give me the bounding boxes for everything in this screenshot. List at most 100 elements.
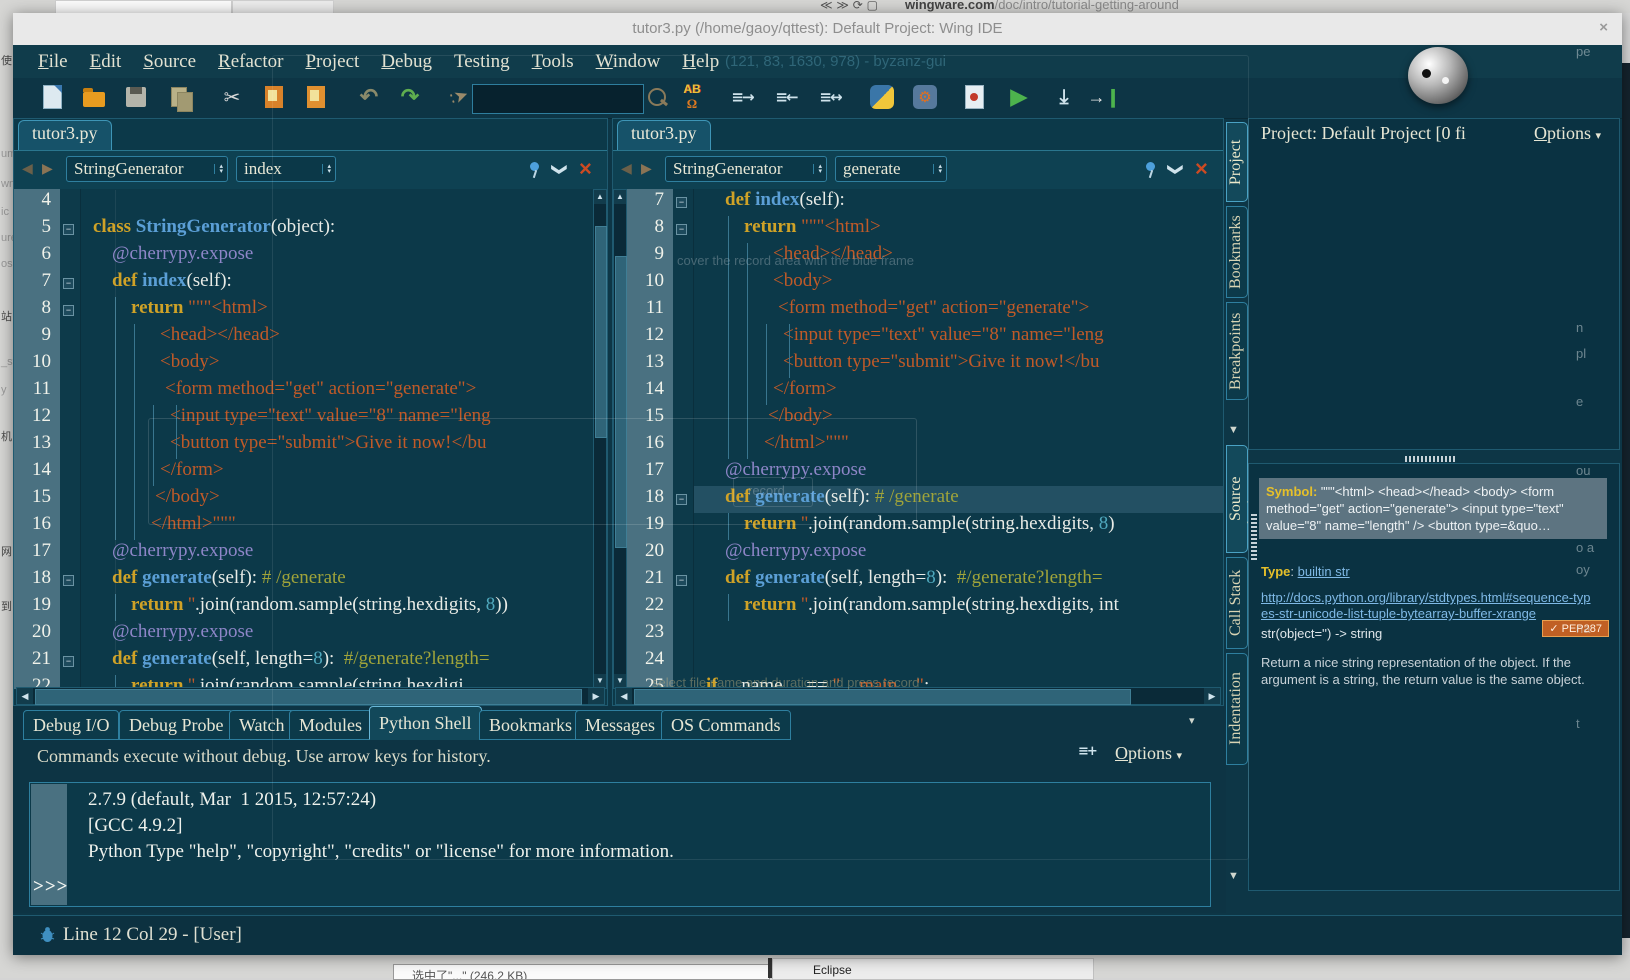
builtin-str-link[interactable]: builtin str <box>1298 564 1350 579</box>
cut-icon[interactable]: ✂ <box>218 83 246 111</box>
background-browser-buttons: ≪ ≫ ⟳ ▢ <box>820 0 878 12</box>
background-text-fragment: 网 <box>1 543 12 559</box>
background-text-fragment: 使 <box>1 52 12 68</box>
assistant-doc-link[interactable]: http://docs.python.org/library/stdtypes.… <box>1261 590 1591 622</box>
fold-gutter: − <box>60 648 81 675</box>
line-number: 14 <box>14 459 60 486</box>
wing-logo-icon <box>1408 47 1468 104</box>
assistant-signature: str(object='') -> string <box>1261 626 1382 641</box>
background-text-fragment: ure <box>1 232 13 244</box>
copy-icon[interactable] <box>165 83 193 111</box>
indent-guide <box>134 405 135 432</box>
new-file-icon[interactable] <box>38 83 66 111</box>
fold-gutter <box>60 405 81 432</box>
indent-guide <box>134 378 135 405</box>
panel-collapse-icon[interactable]: ▼ <box>1228 870 1239 882</box>
save-icon[interactable] <box>122 83 150 111</box>
fold-minus-icon[interactable]: − <box>63 278 74 289</box>
background-text-fragment: pl <box>1576 346 1586 361</box>
project-panel-header: Project: Default Project [0 fi Options ▾ <box>1249 119 1619 149</box>
menu-source[interactable]: Source <box>132 49 207 75</box>
line-number: 8 <box>14 297 60 324</box>
debug-bug-icon[interactable] <box>39 926 56 943</box>
fold-gutter <box>60 324 81 351</box>
bottom-tab-debug-probe[interactable]: Debug Probe <box>119 710 233 740</box>
recorder-ghost-text: record <box>748 483 785 498</box>
fold-minus-icon[interactable]: − <box>63 305 74 316</box>
window-close-icon[interactable]: × <box>1599 19 1608 36</box>
class-combo[interactable]: StringGenerator▴▾ <box>66 156 228 182</box>
background-text-fragment: 到 <box>1 598 12 614</box>
indent-guide <box>134 324 135 351</box>
bottom-tab-debug-i-o[interactable]: Debug I/O <box>23 710 119 740</box>
line-number: 10 <box>14 351 60 378</box>
fold-minus-icon[interactable]: − <box>63 575 74 586</box>
menu-file[interactable]: File <box>27 49 79 75</box>
menu-edit[interactable]: Edit <box>79 49 133 75</box>
background-text-fragment: e <box>1576 394 1583 409</box>
source-assistant-panel: Symbol: """<html> <head></head> <body> <… <box>1248 463 1620 891</box>
nav-forward-icon[interactable]: ▶ <box>42 161 53 178</box>
fold-gutter <box>60 189 81 216</box>
indent-guide <box>134 432 135 459</box>
fold-minus-icon[interactable]: − <box>63 224 74 235</box>
fold-minus-icon[interactable]: − <box>63 656 74 667</box>
window-title: tutor3.py (/home/gaoy/qttest): Default P… <box>13 20 1622 37</box>
background-text-fragment: n <box>1576 320 1583 335</box>
background-browser-url: wingware.com/doc/intro/tutorial-getting-… <box>905 0 1179 12</box>
panel-splitter-handle[interactable] <box>1405 456 1457 462</box>
background-text-fragment: t <box>1576 716 1580 731</box>
background-right-strip <box>1622 13 1630 955</box>
line-number: 7 <box>14 270 60 297</box>
line-number: 20 <box>14 621 60 648</box>
background-text-fragment: y <box>1 384 7 396</box>
background-text-fragment: wnl <box>1 178 13 190</box>
recorder-ghost-line <box>115 190 116 660</box>
indent-guide <box>134 486 135 513</box>
fold-gutter <box>60 432 81 459</box>
line-number: 19 <box>14 594 60 621</box>
fold-gutter <box>60 459 81 486</box>
line-number: 4 <box>14 189 60 216</box>
fold-gutter <box>60 540 81 567</box>
line-number: 21 <box>14 648 60 675</box>
background-text-fragment: na <box>1576 621 1590 636</box>
editor-tab[interactable]: tutor3.py <box>18 120 112 153</box>
fold-gutter: − <box>60 216 81 243</box>
fold-gutter: − <box>60 297 81 324</box>
project-title: Project: Default Project [0 fi <box>1261 123 1526 144</box>
background-browser-strip: ≪ ≫ ⟳ ▢ wingware.com/doc/intro/tutorial-… <box>0 0 1630 13</box>
line-number: 18 <box>14 567 60 594</box>
assistant-symbol-block: Symbol: """<html> <head></head> <body> <… <box>1259 478 1607 539</box>
recorder-ghost-text: cover the record area with the blue fram… <box>677 253 914 268</box>
shell-output-line: [GCC 4.9.2] <box>88 815 182 837</box>
recorder-ghost-frame <box>148 418 917 525</box>
open-folder-icon[interactable] <box>80 83 108 111</box>
background-text-fragment: ic <box>1 206 9 218</box>
scroll-left-icon[interactable]: ◀ <box>17 688 33 704</box>
window-titlebar[interactable]: tutor3.py (/home/gaoy/qttest): Default P… <box>13 13 1622 46</box>
fold-gutter: − <box>60 567 81 594</box>
nav-back-icon[interactable]: ◀ <box>22 161 33 178</box>
statusbar: Line 12 Col 29 - [User] <box>13 915 1622 955</box>
background-text-fragment: oy <box>1576 562 1590 577</box>
cursor-position-status: Line 12 Col 29 - [User] <box>63 924 242 946</box>
background-text-fragment: um <box>1 148 13 160</box>
fold-gutter <box>60 621 81 648</box>
line-number: 17 <box>14 540 60 567</box>
background-eclipse-panel: Eclipse <box>772 958 1094 980</box>
background-text-fragment: _st <box>1 356 13 368</box>
fold-gutter <box>60 486 81 513</box>
background-text-fragment: 机 <box>1 428 12 444</box>
background-bottom-strip: 选中了"..." (246.2 KB) Eclipse <box>0 955 1630 978</box>
fold-gutter <box>60 513 81 540</box>
panel-splitter-handle[interactable] <box>1251 512 1257 560</box>
fold-gutter <box>60 243 81 270</box>
project-options-button[interactable]: Options ▾ <box>1534 123 1601 144</box>
line-number: 11 <box>14 378 60 405</box>
indent-guide <box>134 459 135 486</box>
line-number: 9 <box>14 324 60 351</box>
background-text-fragment: ou <box>1576 463 1590 478</box>
desktop: ≪ ≫ ⟳ ▢ wingware.com/doc/intro/tutorial-… <box>0 0 1630 978</box>
line-number: 13 <box>14 432 60 459</box>
